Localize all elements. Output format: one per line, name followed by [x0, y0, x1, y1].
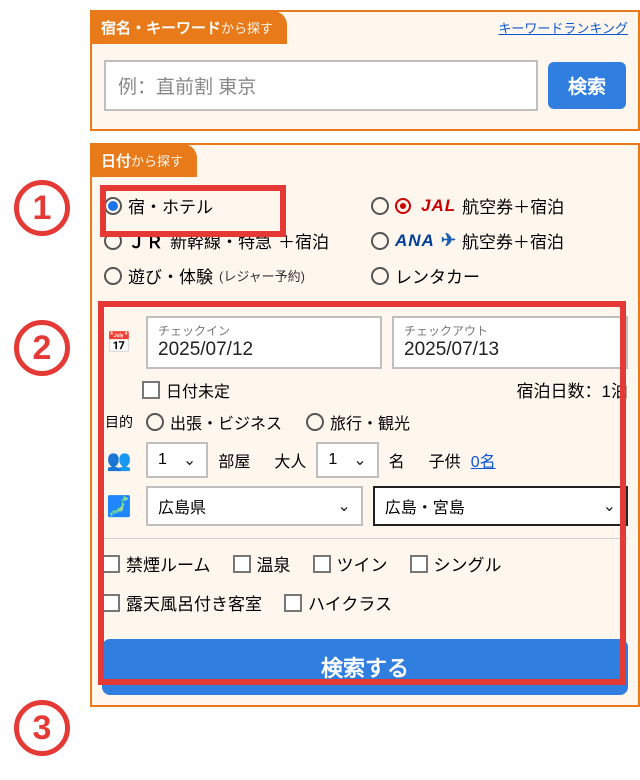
checkbox-icon [142, 381, 160, 399]
purpose-business-label: 出張・ビジネス [170, 410, 282, 434]
filter-single[interactable]: シングル [410, 551, 502, 576]
filter-label: 露天風呂付き客室 [126, 590, 262, 615]
keyword-tab-thin: から探す [221, 21, 273, 36]
undated-checkbox[interactable]: 日付未定 [142, 378, 230, 402]
filter-label: シングル [434, 551, 502, 576]
option-label: 遊び・体験 [128, 263, 213, 288]
purpose-travel-label: 旅行・観光 [330, 410, 410, 434]
radio-icon [371, 267, 389, 285]
chevron-down-icon: ⌄ [183, 450, 196, 470]
brand-ana: ANA [395, 231, 435, 251]
search-submit-button[interactable]: 検索する [102, 639, 628, 695]
undated-label: 日付未定 [166, 378, 230, 402]
rooms-value: 1 [158, 451, 167, 469]
option-suffix: 航空券＋宿泊 [462, 193, 564, 218]
radio-icon [371, 232, 389, 250]
option-note: (レジャー予約) [219, 266, 305, 285]
rooms-select[interactable]: 1 ⌄ [146, 442, 208, 478]
checkbox-icon [233, 555, 251, 573]
location-icon: 🗾 [102, 494, 136, 519]
children-link[interactable]: 0名 [471, 448, 496, 472]
option-mid: 新幹線・特急 [170, 228, 272, 253]
area-value: 広島・宮島 [385, 494, 587, 518]
prefecture-select[interactable]: 広島県 ⌄ [146, 486, 363, 526]
option-suffix: 航空券＋宿泊 [462, 228, 564, 253]
calendar-icon: 📅 [102, 330, 136, 355]
rooms-unit: 部屋 [218, 448, 250, 472]
chevron-down-icon: ⌄ [353, 450, 366, 470]
nights-prefix: 宿泊日数： [517, 382, 602, 401]
checkbox-icon [313, 555, 331, 573]
step-badge-2: 2 [14, 320, 70, 376]
adults-unit: 名 [389, 448, 405, 472]
filter-label: 温泉 [257, 551, 291, 576]
checkbox-icon [102, 594, 120, 612]
adults-select[interactable]: 1 ⌄ [316, 442, 378, 478]
radio-icon [104, 232, 122, 250]
keyword-tab-bold: 宿名・キーワード [101, 20, 221, 37]
checkbox-icon [284, 594, 302, 612]
keyword-panel: 宿名・キーワードから探す キーワードランキング 例：直前割 東京 検索 [90, 10, 640, 131]
nights-value: 1泊 [602, 382, 628, 401]
checkbox-icon [410, 555, 428, 573]
brand-jr: ＪＲ [128, 228, 164, 253]
ana-wing-icon: ✈ [441, 230, 456, 251]
people-icon: 👥 [102, 448, 136, 473]
filter-onsen[interactable]: 温泉 [233, 551, 291, 576]
option-jal[interactable]: JAL 航空券＋宿泊 [371, 193, 626, 218]
adults-value: 1 [328, 451, 337, 469]
radio-icon [371, 197, 389, 215]
purpose-label: 目的 [102, 412, 136, 432]
option-jr[interactable]: ＪＲ 新幹線・特急 ＋宿泊 [104, 228, 359, 253]
purpose-business[interactable]: 出張・ビジネス [146, 410, 282, 434]
option-label: レンタカー [395, 263, 480, 288]
area-select[interactable]: 広島・宮島 ⌄ [373, 486, 628, 526]
option-rentacar[interactable]: レンタカー [371, 263, 626, 288]
jal-logo-icon [395, 198, 411, 214]
children-label: 子供 [429, 448, 461, 472]
date-tab-thin: から探す [131, 154, 183, 169]
checkbox-icon [102, 555, 120, 573]
keyword-ranking-link[interactable]: キーワードランキング [498, 18, 628, 37]
checkout-value: 2025/07/13 [404, 339, 616, 361]
nights-display: 宿泊日数：1泊 [517, 377, 628, 402]
purpose-travel[interactable]: 旅行・観光 [306, 410, 410, 434]
keyword-tab: 宿名・キーワードから探す [91, 11, 287, 44]
checkout-caption: チェックアウト [404, 322, 616, 339]
option-label: 宿・ホテル [128, 193, 213, 218]
option-leisure[interactable]: 遊び・体験 (レジャー予約) [104, 263, 359, 288]
filter-open-air[interactable]: 露天風呂付き客室 [102, 590, 262, 615]
chevron-down-icon: ⌄ [603, 496, 616, 516]
radio-icon [146, 413, 164, 431]
checkin-value: 2025/07/12 [158, 339, 370, 361]
filter-no-smoking[interactable]: 禁煙ルーム [102, 551, 211, 576]
radio-icon [306, 413, 324, 431]
date-tab: 日付から探す [91, 144, 197, 177]
filter-high-class[interactable]: ハイクラス [284, 590, 392, 615]
checkin-field[interactable]: チェックイン 2025/07/12 [146, 316, 382, 369]
date-panel: 日付から探す 宿・ホテル JAL 航空券＋宿泊 ＪＲ 新幹線・特急 ＋宿泊 [90, 143, 640, 707]
keyword-input[interactable]: 例：直前割 東京 [104, 60, 538, 111]
filter-label: ハイクラス [308, 590, 392, 615]
date-tab-bold: 日付 [101, 153, 131, 170]
radio-icon [104, 197, 122, 215]
step-badge-3: 3 [14, 700, 70, 756]
filters-section: 禁煙ルーム 温泉 ツイン シングル 露天風呂付き客室 ハイクラス [102, 538, 628, 615]
chevron-down-icon: ⌄ [337, 496, 350, 516]
option-hotel[interactable]: 宿・ホテル [104, 193, 359, 218]
checkin-caption: チェックイン [158, 322, 370, 339]
option-ana[interactable]: ANA ✈ 航空券＋宿泊 [371, 228, 626, 253]
service-options: 宿・ホテル JAL 航空券＋宿泊 ＪＲ 新幹線・特急 ＋宿泊 ANA ✈ 航空券… [92, 179, 638, 300]
option-suffix: ＋宿泊 [278, 228, 329, 253]
step-badge-1: 1 [14, 180, 70, 236]
filter-label: 禁煙ルーム [126, 551, 211, 576]
keyword-search-button[interactable]: 検索 [548, 62, 626, 109]
radio-icon [104, 267, 122, 285]
prefecture-value: 広島県 [158, 494, 321, 518]
filter-twin[interactable]: ツイン [313, 551, 388, 576]
checkout-field[interactable]: チェックアウト 2025/07/13 [392, 316, 628, 369]
adults-label: 大人 [274, 448, 306, 472]
brand-jal: JAL [421, 196, 456, 216]
filter-label: ツイン [337, 551, 388, 576]
